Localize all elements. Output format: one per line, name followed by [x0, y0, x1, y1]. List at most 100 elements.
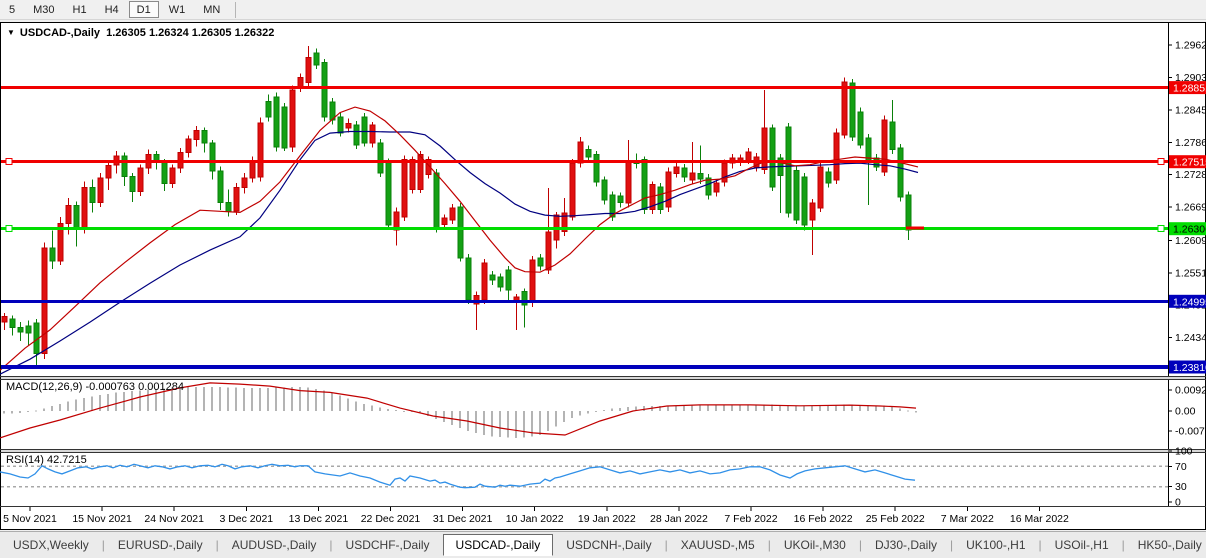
macd-histogram-bar: [403, 411, 405, 412]
tab-dj30-daily[interactable]: DJ30-,Daily: [862, 535, 950, 555]
timeframe-button-5[interactable]: 5: [1, 1, 23, 18]
timeframe-button-m30[interactable]: M30: [25, 1, 62, 18]
candle-body: [258, 123, 263, 177]
candle-body: [442, 218, 447, 225]
macd-histogram-bar: [75, 400, 77, 411]
macd-histogram-bar: [539, 411, 541, 435]
macd-histogram-bar: [67, 402, 69, 412]
candle-body: [826, 172, 831, 183]
macd-histogram-bar: [379, 407, 381, 411]
timeframe-button-h4[interactable]: H4: [97, 1, 127, 18]
tab-audusd-daily[interactable]: AUDUSD-,Daily: [219, 535, 330, 555]
candle-body: [842, 82, 847, 135]
candle-body: [386, 162, 391, 225]
price-badge-label: 1.26306: [1173, 224, 1206, 236]
tab-usdcnh-daily[interactable]: USDCNH-,Daily: [553, 535, 664, 555]
candle-body: [898, 148, 903, 197]
tab-ukoil-m30[interactable]: UKOil-,M30: [771, 535, 859, 555]
date-tick-label: 7 Feb 2022: [724, 513, 777, 525]
tab-usdchf-daily[interactable]: USDCHF-,Daily: [333, 535, 443, 555]
candle-body: [578, 142, 583, 163]
candle-body: [186, 139, 191, 152]
candle-body: [770, 128, 775, 187]
candle-body: [810, 203, 815, 220]
timeframe-button-d1[interactable]: D1: [129, 1, 159, 18]
date-tick-label: 19 Jan 2022: [578, 513, 636, 525]
macd-histogram-bar: [19, 411, 21, 413]
macd-histogram-bar: [219, 387, 221, 411]
candle-body: [362, 117, 367, 143]
candle-body: [802, 177, 807, 225]
date-tick-label: 16 Feb 2022: [794, 513, 853, 525]
candle-body: [690, 173, 695, 180]
candle-body: [522, 292, 527, 305]
candle-body: [466, 258, 471, 300]
candle-body: [346, 124, 351, 128]
timeframe-button-mn[interactable]: MN: [195, 1, 228, 18]
horizontal-lines[interactable]: [1, 88, 1168, 367]
tab-uk100-h1[interactable]: UK100-,H1: [953, 535, 1038, 555]
macd-histogram-bar: [699, 405, 701, 411]
candle-body: [66, 206, 71, 224]
candle-body: [906, 195, 911, 230]
macd-histogram-bar: [371, 406, 373, 411]
tab-hk50-daily[interactable]: HK50-,Daily: [1125, 535, 1206, 555]
candle-body: [418, 155, 423, 190]
macd-histogram-bar: [107, 394, 109, 411]
candle-body: [434, 173, 439, 228]
candle-body: [890, 122, 895, 150]
candle-body: [714, 183, 719, 192]
date-tick-label: 16 Mar 2022: [1010, 513, 1069, 525]
candle-body: [410, 160, 415, 190]
rsi-axis-label: 70: [1175, 461, 1187, 473]
tab-usoil-h1[interactable]: USOil-,H1: [1042, 535, 1122, 555]
date-tick-label: 25 Feb 2022: [866, 513, 925, 525]
candle-body: [306, 58, 311, 83]
line-handle[interactable]: [1158, 226, 1164, 232]
chart-frames: [0, 23, 1206, 530]
candle-body: [866, 138, 871, 160]
macd-histogram-bar: [243, 388, 245, 411]
macd-histogram-bar: [835, 405, 837, 411]
symbol-dropdown-icon[interactable]: ▼: [7, 28, 15, 37]
macd-histogram-bar: [187, 387, 189, 411]
timeframe-button-w1[interactable]: W1: [161, 1, 194, 18]
macd-histogram-bar: [275, 388, 277, 411]
rsi-line: [0, 464, 915, 487]
candle-body: [794, 170, 799, 220]
toolbar-divider: [235, 2, 236, 18]
date-tick-label: 31 Dec 2021: [433, 513, 493, 525]
candle-body: [138, 168, 143, 191]
date-tick-label: 28 Jan 2022: [650, 513, 708, 525]
date-tick-label: 22 Dec 2021: [361, 513, 421, 525]
macd-histogram-bar: [395, 410, 397, 411]
rsi-name: RSI(14): [6, 454, 44, 466]
macd-histogram-bar: [323, 391, 325, 411]
tab-xauusd-m5[interactable]: XAUUSD-,M5: [668, 535, 768, 555]
candle-body: [226, 202, 231, 211]
candle-body: [498, 277, 503, 287]
macd-histogram-bar: [507, 411, 509, 438]
timeframe-button-h1[interactable]: H1: [65, 1, 95, 18]
tab-usdcad-daily[interactable]: USDCAD-,Daily: [443, 534, 554, 556]
macd-histogram-bar: [515, 411, 517, 438]
symbol-tab-bar: USDX,Weekly|EURUSD-,Daily|AUDUSD-,Daily|…: [0, 531, 1206, 558]
price-badge-label: 1.23810: [1173, 362, 1206, 374]
line-handle[interactable]: [6, 226, 12, 232]
candle-body: [50, 248, 55, 261]
macd-histogram-bar: [27, 411, 29, 412]
macd-histogram-bar: [819, 405, 821, 411]
tab-usdx-weekly[interactable]: USDX,Weekly: [0, 535, 102, 555]
candle-body: [338, 117, 343, 133]
candle-body: [130, 176, 135, 191]
tab-eurusd-daily[interactable]: EURUSD-,Daily: [105, 535, 216, 555]
candle-body: [90, 187, 95, 202]
line-handle[interactable]: [6, 159, 12, 165]
candle-body: [218, 171, 223, 203]
macd-histogram-bar: [915, 411, 917, 413]
candle-body: [530, 260, 535, 303]
chart-window[interactable]: 1.296201.290351.284501.278651.272801.266…: [0, 22, 1206, 530]
macd-histogram-bar: [11, 411, 13, 413]
line-handle[interactable]: [1158, 159, 1164, 165]
price-chart[interactable]: 1.296201.290351.284501.278651.272801.266…: [0, 22, 1206, 530]
